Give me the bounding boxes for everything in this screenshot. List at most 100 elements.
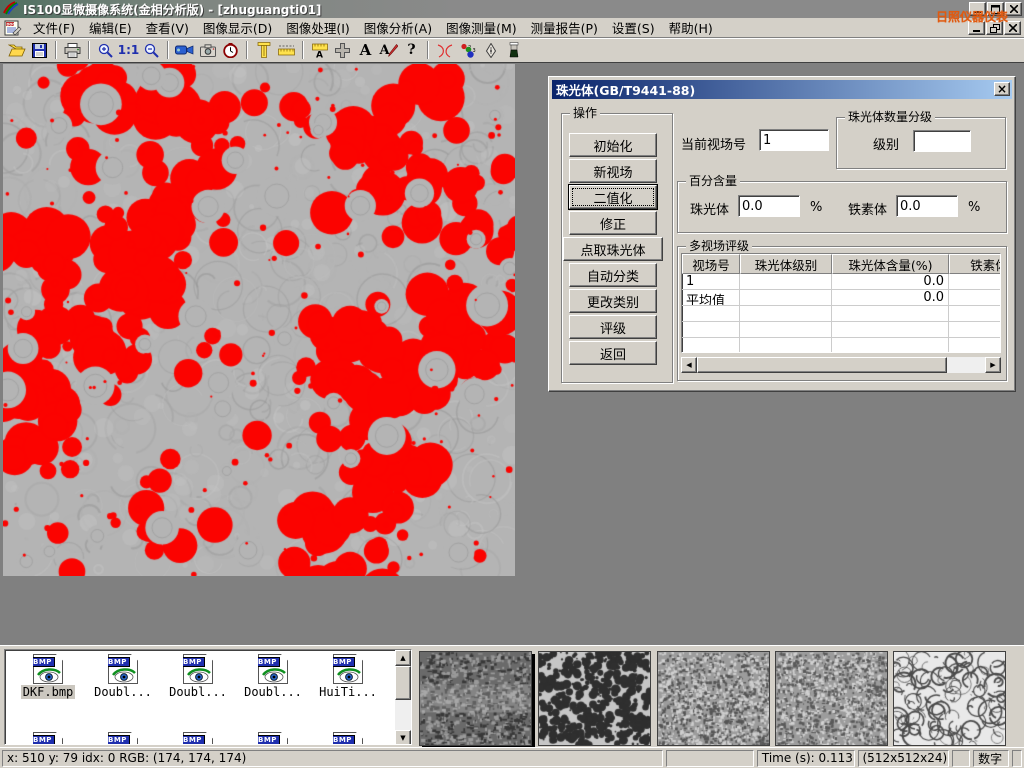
status-empty — [952, 750, 970, 767]
auto-classify-button[interactable]: 自动分类 — [569, 263, 657, 287]
brush-icon[interactable] — [502, 40, 525, 60]
status-bar: x: 510 y: 79 idx: 0 RGB: (174, 174, 174)… — [0, 747, 1024, 768]
image-thumbnail[interactable] — [775, 651, 888, 746]
menu-measure-report[interactable]: 测量报告(P) — [524, 16, 605, 39]
menu-bar: DOC 文件(F) 编辑(E) 查看(V) 图像显示(D) 图像处理(I) 图像… — [0, 18, 1024, 38]
scroll-right-icon[interactable]: ▶ — [985, 357, 1001, 373]
annotate-icon[interactable]: A — [377, 40, 400, 60]
ruler-icon[interactable] — [275, 40, 298, 60]
bmp-tag: BMP — [30, 657, 55, 667]
scrollbar-thumb[interactable] — [697, 357, 947, 373]
file-name[interactable]: Doubl... — [167, 685, 229, 699]
dialog-close-icon[interactable]: × — [994, 82, 1010, 96]
menu-edit[interactable]: 编辑(E) — [82, 16, 139, 39]
image-thumbnail[interactable] — [657, 651, 770, 746]
workspace: 珠光体(GB/T9441-88) × 操作 初始化 新视场 二值化 修正 点取珠… — [0, 63, 1024, 645]
status-empty — [1012, 750, 1022, 767]
metallographic-image[interactable] — [3, 64, 515, 576]
menu-image-process[interactable]: 图像处理(I) — [279, 16, 356, 39]
file-item[interactable]: BMP Doubl... — [238, 654, 308, 699]
file-item[interactable]: BMP Doubl... — [88, 654, 158, 699]
image-thumbnail[interactable] — [538, 651, 651, 746]
binarize-button[interactable]: 二值化 — [569, 185, 657, 209]
table-header-row: 视场号 珠光体级别 珠光体含量(%) 铁素体 — [682, 254, 1001, 274]
status-image-size: (512x512x24) — [858, 750, 950, 767]
file-item[interactable]: BMP DKF.bmp — [13, 654, 83, 699]
file-name[interactable]: Doubl... — [92, 685, 154, 699]
scroll-up-icon[interactable]: ▲ — [395, 650, 411, 666]
multi-field-group-label: 多视场评级 — [686, 239, 752, 253]
dialog-title-bar[interactable]: 珠光体(GB/T9441-88) × — [552, 80, 1012, 99]
file-name[interactable]: DKF.bmp — [21, 685, 76, 699]
scroll-left-icon[interactable]: ◀ — [681, 357, 697, 373]
rate-button[interactable]: 评级 — [569, 315, 657, 339]
file-item[interactable]: BMP HuiTi... — [313, 654, 383, 699]
actual-size-icon[interactable]: 1:1 — [117, 40, 140, 60]
timer-icon[interactable] — [219, 40, 242, 60]
document-icon: DOC — [4, 20, 22, 36]
bmp-tag: BMP — [330, 657, 355, 667]
cell — [949, 274, 1001, 290]
table-horizontal-scrollbar[interactable]: ◀ ▶ — [681, 357, 1001, 373]
pearlite-percent-input[interactable] — [738, 195, 800, 217]
svg-text:A: A — [316, 50, 323, 58]
capture-icon[interactable] — [196, 40, 219, 60]
new-field-button[interactable]: 新视场 — [569, 159, 657, 183]
file-item[interactable]: BMP — [13, 732, 83, 745]
file-name[interactable]: Doubl... — [242, 685, 304, 699]
file-item[interactable]: BMP — [88, 732, 158, 745]
initialize-button[interactable]: 初始化 — [569, 133, 657, 157]
menu-view[interactable]: 查看(V) — [139, 16, 196, 39]
menu-image-analysis[interactable]: 图像分析(A) — [357, 16, 439, 39]
file-item[interactable]: BMP — [313, 732, 383, 745]
scrollbar-thumb[interactable] — [395, 666, 411, 700]
file-item[interactable]: BMP — [163, 732, 233, 745]
bmp-file-icon: BMP — [108, 654, 138, 684]
image-thumbnail[interactable] — [419, 651, 532, 746]
menu-help[interactable]: 帮助(H) — [662, 16, 720, 39]
rating-table[interactable]: 视场号 珠光体级别 珠光体含量(%) 铁素体 1 0.0 平均值 0.0 — [681, 253, 1001, 353]
status-coordinates: x: 510 y: 79 idx: 0 RGB: (174, 174, 174) — [2, 750, 663, 767]
ferrite-percent-input[interactable] — [896, 195, 958, 217]
bmp-file-icon: BMP — [333, 654, 363, 684]
file-list[interactable]: BMP DKF.bmp BMP Doubl... BMP Doubl... — [4, 649, 412, 745]
file-item[interactable]: BMP — [238, 732, 308, 745]
caliper-icon[interactable] — [252, 40, 275, 60]
file-name[interactable]: HuiTi... — [317, 685, 379, 699]
return-button[interactable]: 返回 — [569, 341, 657, 365]
video-camera-icon[interactable] — [173, 40, 196, 60]
print-icon[interactable] — [61, 40, 84, 60]
image-thumbnail[interactable] — [893, 651, 1006, 746]
count-marks-icon[interactable]: 23 — [456, 40, 479, 60]
help-icon[interactable]: ? — [400, 40, 423, 60]
application-window: IS100显微摄像系统(金相分析版) - [zhuguangti01] 日照仪器… — [0, 0, 1024, 768]
toolbar-separator — [88, 41, 90, 59]
toolbar-separator — [427, 41, 429, 59]
change-class-button[interactable]: 更改类别 — [569, 289, 657, 313]
cell: 平均值 — [682, 290, 740, 306]
measure-text-icon[interactable]: A — [308, 40, 331, 60]
pick-pearlite-button[interactable]: 点取珠光体 — [563, 237, 663, 261]
menu-settings[interactable]: 设置(S) — [605, 16, 662, 39]
zoom-in-icon[interactable] — [94, 40, 117, 60]
menu-image-measure[interactable]: 图像测量(M) — [439, 16, 524, 39]
save-icon[interactable] — [28, 40, 51, 60]
scroll-down-icon[interactable]: ▼ — [395, 730, 411, 745]
correct-button[interactable]: 修正 — [569, 211, 657, 235]
table-row[interactable]: 1 0.0 — [682, 274, 1001, 290]
bmp-file-icon: BMP — [183, 654, 213, 684]
file-list-scrollbar[interactable]: ▲ ▼ — [395, 650, 411, 745]
text-icon[interactable]: A — [354, 40, 377, 60]
open-icon[interactable] — [5, 40, 28, 60]
pen-icon[interactable] — [479, 40, 502, 60]
grade-input[interactable] — [913, 130, 971, 152]
curve-tool-icon[interactable] — [433, 40, 456, 60]
current-field-input[interactable] — [759, 129, 829, 151]
pan-icon[interactable] — [331, 40, 354, 60]
table-row[interactable]: 平均值 0.0 — [682, 290, 1001, 306]
file-item[interactable]: BMP Doubl... — [163, 654, 233, 699]
menu-file[interactable]: 文件(F) — [26, 16, 82, 39]
toolbar-separator — [246, 41, 248, 59]
menu-image-display[interactable]: 图像显示(D) — [196, 16, 279, 39]
zoom-out-icon[interactable] — [140, 40, 163, 60]
